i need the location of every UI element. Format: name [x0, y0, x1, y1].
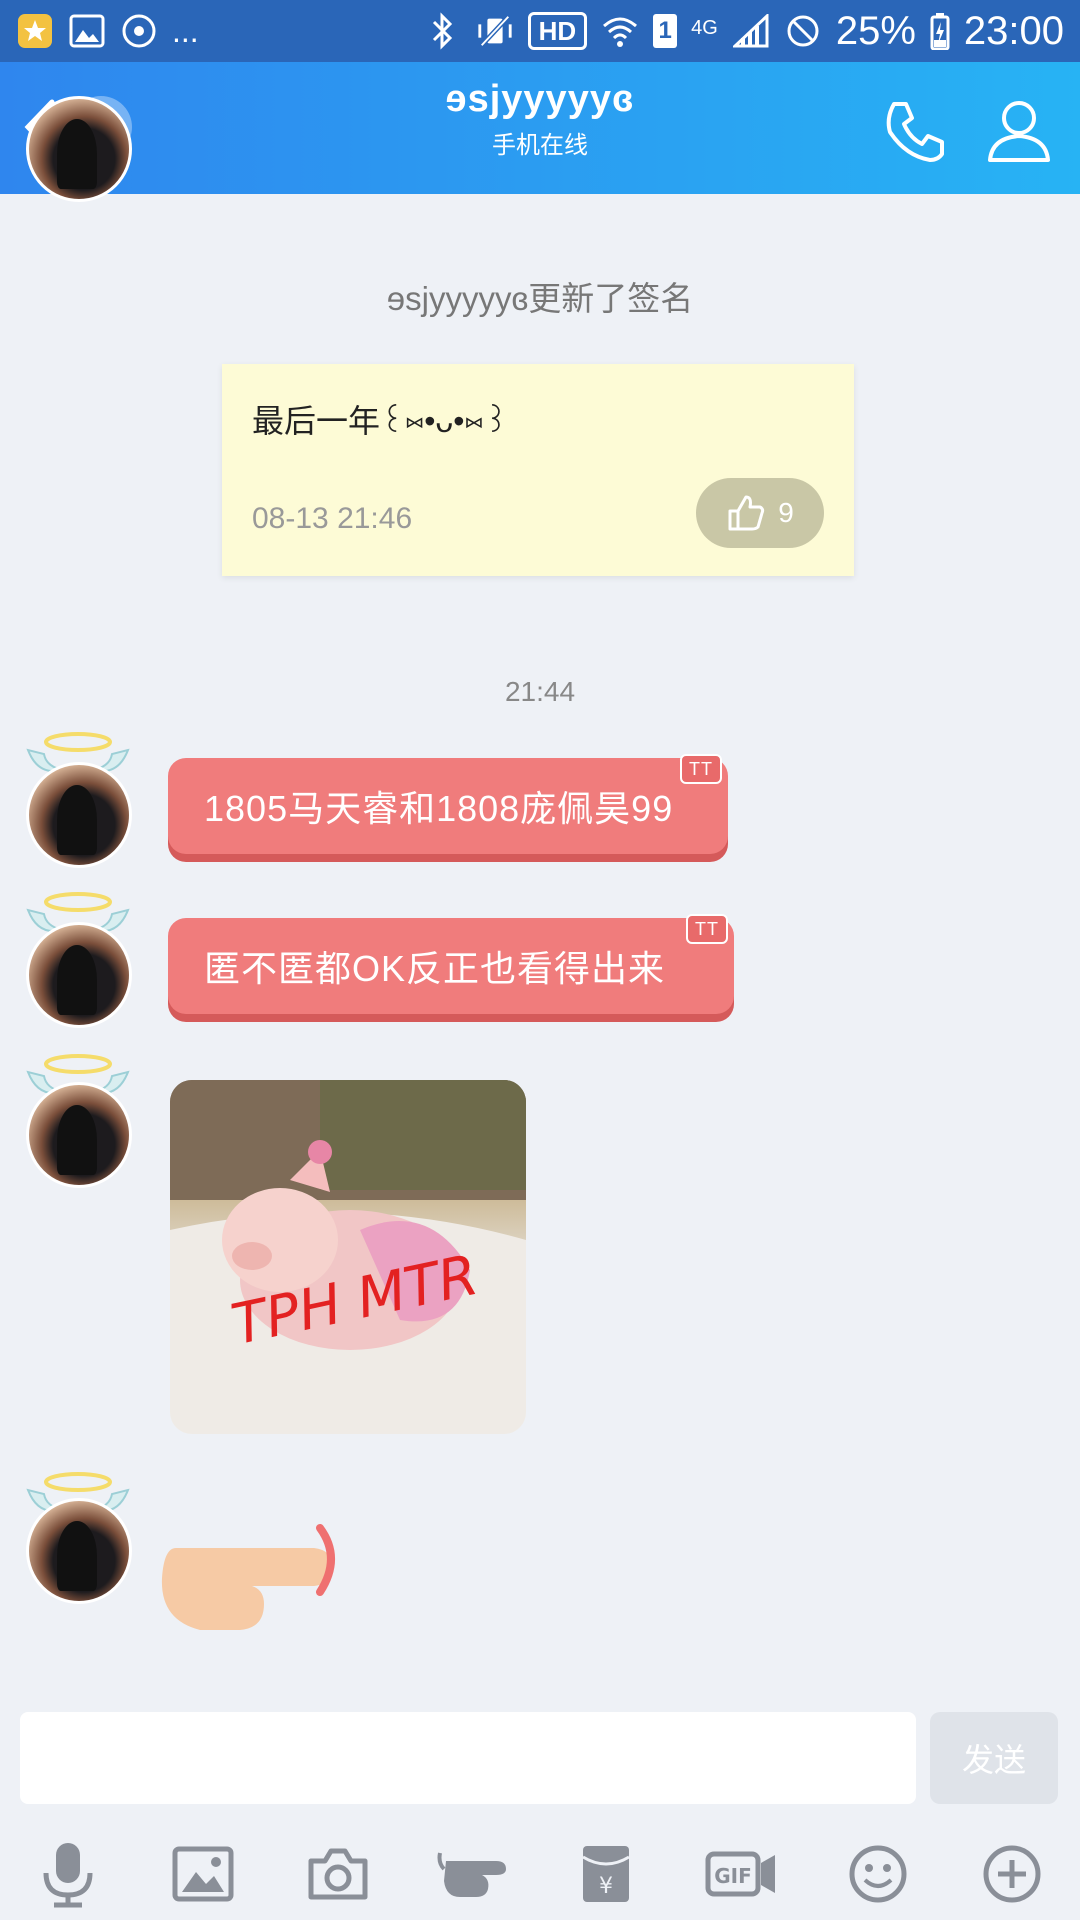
- gallery-notification-icon: [68, 12, 106, 50]
- bubble-tag: TT: [686, 914, 728, 944]
- avatar[interactable]: [26, 96, 132, 202]
- profile-button[interactable]: [984, 96, 1054, 166]
- battery-icon: [930, 12, 950, 50]
- chat-header: 22 ɘsjyyyyyɞ 手机在线: [0, 62, 1080, 194]
- more-notifications: ...: [172, 12, 199, 49]
- signal-icon: [732, 12, 770, 50]
- battery-percent: 25%: [835, 8, 916, 53]
- red-envelope-icon[interactable]: ¥: [566, 1838, 646, 1910]
- music-notification-icon: [120, 12, 158, 50]
- send-button[interactable]: 发送: [930, 1712, 1058, 1804]
- message-text: 1805马天睿和1808庞佩昊99: [204, 788, 674, 829]
- message-text: 匿不匿都OK反正也看得出来: [204, 948, 666, 989]
- input-toolbar: ¥ GIF: [0, 1830, 1080, 1920]
- avatar[interactable]: [26, 1082, 132, 1188]
- camera-icon[interactable]: [298, 1838, 378, 1910]
- hand-icon[interactable]: [433, 1838, 513, 1910]
- plus-icon[interactable]: [972, 1838, 1052, 1910]
- message-bubble[interactable]: 1805马天睿和1808庞佩昊99 TT: [168, 754, 728, 854]
- status-bar: ... HD 1 4G 25% 23:00: [0, 0, 1080, 62]
- phone-call-button[interactable]: [880, 96, 950, 166]
- message-bubble[interactable]: 匿不匿都OK反正也看得出来 TT: [168, 914, 734, 1014]
- sim-indicator: 1: [653, 14, 678, 48]
- message-input[interactable]: [20, 1712, 916, 1804]
- emoji-icon[interactable]: [838, 1838, 918, 1910]
- bluetooth-icon: [424, 12, 462, 50]
- bubble-tag: TT: [680, 754, 722, 784]
- svg-text:¥: ¥: [599, 1874, 613, 1899]
- clock: 23:00: [963, 8, 1064, 53]
- pig-photo: TPH MTR: [170, 1080, 526, 1434]
- image-icon[interactable]: [163, 1838, 243, 1910]
- svg-text:GIF: GIF: [714, 1864, 752, 1888]
- phone-icon: [886, 102, 944, 162]
- microphone-icon[interactable]: [28, 1838, 108, 1910]
- time-divider: 21:44: [504, 676, 576, 707]
- wifi-icon: [601, 12, 639, 50]
- like-button[interactable]: 9: [696, 478, 824, 548]
- pointing-hand-sticker[interactable]: [154, 1508, 344, 1632]
- gif-icon[interactable]: GIF: [702, 1838, 782, 1910]
- hd-badge: HD: [527, 12, 588, 50]
- signature-text: 最后一年꒰⑅•ᴗ•⑅꒱: [252, 403, 509, 439]
- person-icon: [988, 101, 1050, 162]
- signature-time: 08-13 21:46: [252, 502, 413, 535]
- signature-card[interactable]: 最后一年꒰⑅•ᴗ•⑅꒱ 08-13 21:46 9: [222, 364, 854, 576]
- avatar[interactable]: [26, 922, 132, 1028]
- like-count: 9: [778, 497, 794, 528]
- do-not-disturb-icon: [784, 12, 822, 50]
- app-notification-icon: [16, 12, 54, 50]
- vibrate-icon: [476, 12, 514, 50]
- image-message[interactable]: TPH MTR: [170, 1080, 526, 1434]
- avatar[interactable]: [26, 1498, 132, 1604]
- thumbs-up-icon: [728, 495, 765, 531]
- avatar[interactable]: [26, 762, 132, 868]
- network-type: 4G: [691, 16, 718, 39]
- system-notice: ɘsjyyyyyɞ更新了签名: [386, 280, 694, 317]
